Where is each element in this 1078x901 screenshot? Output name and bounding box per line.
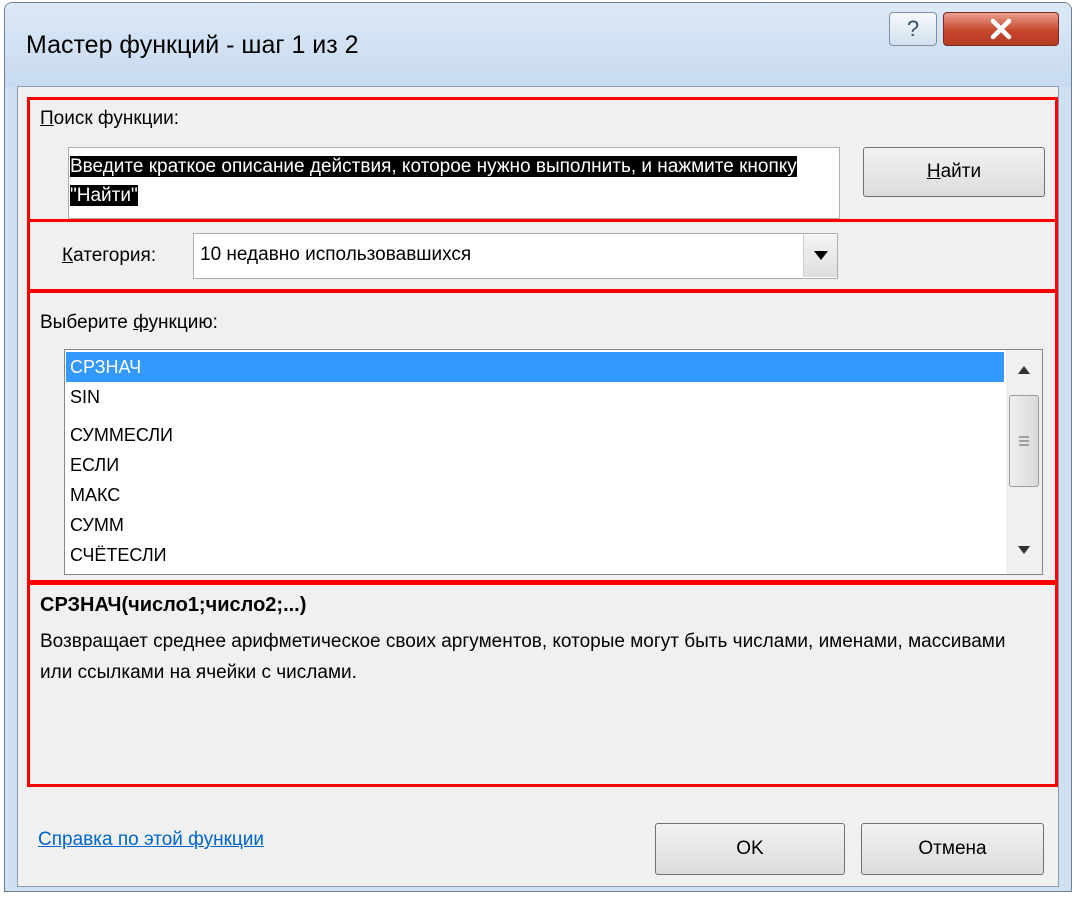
search-label: Поиск функции: [40,108,180,129]
function-item-sin[interactable]: SIN [66,382,1004,412]
chevron-down-icon [813,251,828,260]
function-description: Возвращает среднее арифметическое своих … [40,631,1006,683]
function-item-esli[interactable]: ЕСЛИ [66,450,1004,480]
help-icon: ? [906,16,920,41]
category-label: Категория: [62,245,157,266]
function-item-summ[interactable]: СУММ [66,510,1004,540]
close-icon [990,18,1012,40]
ok-button[interactable]: OK [655,823,845,875]
search-input-text[interactable]: Введите краткое описание действия, котор… [70,152,830,210]
function-item-summesli[interactable]: СУММЕСЛИ [66,420,1004,450]
scroll-thumb[interactable] [1009,395,1039,487]
function-item-srznach[interactable]: СРЗНАЧ [66,352,1004,382]
scroll-down-button[interactable] [1006,536,1042,564]
help-button[interactable]: ? [889,12,937,46]
function-list-label: Выберите функцию: [40,312,218,333]
function-signature: СРЗНАЧ(число1;число2;...) [40,594,307,616]
cancel-button[interactable]: Отмена [861,823,1044,875]
category-selected-value: 10 недавно использовавшихся [200,244,472,265]
close-button[interactable] [943,12,1059,46]
scroll-up-button[interactable] [1006,356,1042,384]
category-dropdown-button[interactable] [803,235,837,277]
grip-icon [1019,436,1029,446]
scroll-down-icon [1018,546,1030,554]
dialog-title: Мастер функций - шаг 1 из 2 [26,31,359,59]
scroll-up-icon [1018,366,1030,374]
function-item-maks[interactable]: МАКС [66,480,1004,510]
function-help-link[interactable]: Справка по этой функции [38,829,264,851]
function-item-schetesli[interactable]: СЧЁТЕСЛИ [66,540,1004,570]
find-button[interactable]: Найти [863,147,1045,197]
